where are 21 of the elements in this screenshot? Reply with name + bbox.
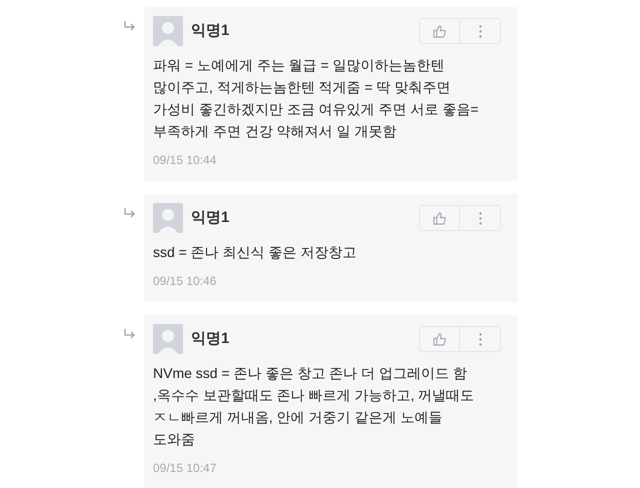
- reply-arrow-icon: [124, 329, 136, 339]
- more-icon: [478, 212, 482, 224]
- more-icon: [478, 332, 482, 346]
- thumbs-up-icon: [433, 212, 446, 224]
- thumbs-up-icon: [433, 24, 446, 38]
- avatar-icon: [153, 16, 183, 46]
- comment-time: 09/15 10:44: [153, 152, 218, 169]
- comment-text: NVme ssd = 존나 좋은 창고 존나 더 업그레이드 함 ,옥수수 보관할때도 존나 빠르게 가능하고, 꺼낼때도 ㅈㄴ빠르게 꺼내옴, 안에 거중기 같은게 노예들 도와줌: [153, 364, 476, 449]
- avatar-icon: [153, 203, 183, 233]
- comment-time: 09/15 10:47: [153, 460, 218, 477]
- author-name: 익명1: [191, 20, 230, 41]
- comment-time: 09/15 10:46: [153, 273, 218, 290]
- author-name: 익명1: [191, 208, 230, 228]
- comment-text: 파워 = 노예에게 주는 월급 = 일많이하는놈한텐 많이주고, 적게하는놈한텐 적게줌 = 딱 맞춰주면 가성비 좋긴하겠지만 조금 여유있게 주면 서로 좋음= 부족하게 주면 건강 약해져서 일 개못함: [153, 56, 480, 141]
- comment-text: ssd = 존나 최신식 좋은 저장창고: [153, 243, 358, 262]
- reply-arrow-icon: [124, 208, 136, 218]
- reply-arrow-icon: [124, 21, 136, 31]
- author-name: 익명1: [191, 328, 230, 349]
- thumbs-up-icon: [433, 332, 446, 346]
- more-icon: [478, 24, 482, 38]
- avatar-icon: [153, 324, 183, 354]
